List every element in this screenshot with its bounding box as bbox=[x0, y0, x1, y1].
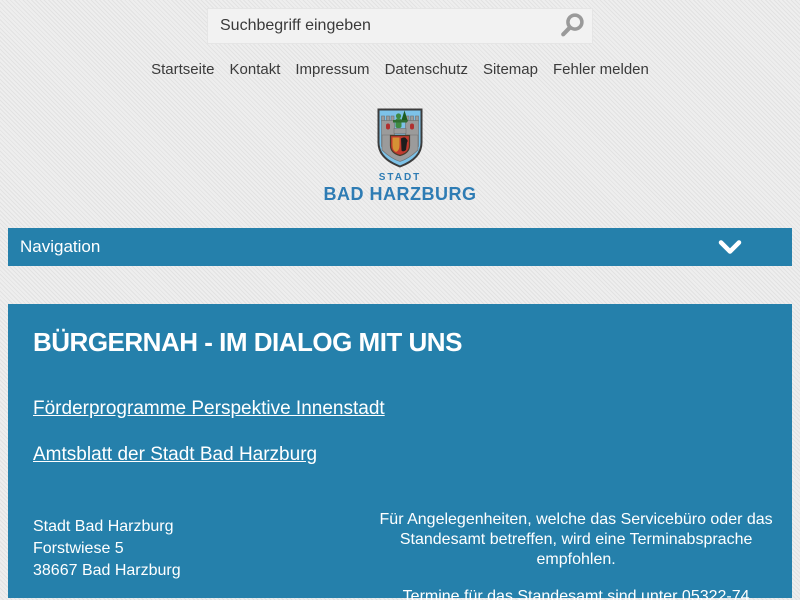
address-block: Stadt Bad Harzburg Forstwiese 5 38667 Ba… bbox=[33, 510, 375, 600]
notice-block: Für Angelegenheiten, welche das Serviceb… bbox=[375, 510, 777, 600]
main-content-panel: BÜRGERNAH - IM DIALOG MIT UNS Förderprog… bbox=[8, 304, 792, 598]
link-amtsblatt[interactable]: Amtsblatt der Stadt Bad Harzburg bbox=[33, 444, 317, 466]
quicklink-sitemap[interactable]: Sitemap bbox=[483, 61, 538, 78]
address-line-3: 38667 Bad Harzburg bbox=[33, 560, 375, 582]
address-line-1: Stadt Bad Harzburg bbox=[33, 516, 375, 538]
coat-of-arms-icon bbox=[377, 108, 423, 168]
search-form bbox=[207, 8, 593, 44]
notice-text: Für Angelegenheiten, welche das Serviceb… bbox=[375, 510, 777, 570]
search-button[interactable] bbox=[555, 11, 589, 41]
navigation-label: Navigation bbox=[20, 237, 100, 257]
site-logo[interactable]: STADT BAD HARZBURG bbox=[0, 108, 800, 205]
page-title: BÜRGERNAH - IM DIALOG MIT UNS bbox=[33, 304, 777, 357]
quicklink-datenschutz[interactable]: Datenschutz bbox=[385, 61, 468, 78]
search-icon bbox=[558, 27, 586, 42]
notice-appointment-text: Termine für das Standesamt sind unter 05… bbox=[375, 587, 777, 600]
quicklink-fehler-melden[interactable]: Fehler melden bbox=[553, 61, 649, 78]
logo-city-label: BAD HARZBURG bbox=[0, 184, 800, 205]
quicklinks-nav: Startseite Kontakt Impressum Datenschutz… bbox=[0, 61, 800, 78]
chevron-down-icon[interactable] bbox=[718, 240, 742, 255]
address-line-2: Forstwiese 5 bbox=[33, 538, 375, 560]
quicklink-impressum[interactable]: Impressum bbox=[295, 61, 369, 78]
quicklink-kontakt[interactable]: Kontakt bbox=[230, 61, 281, 78]
navigation-toggle-bar[interactable]: Navigation bbox=[8, 228, 792, 266]
link-foerderprogramme[interactable]: Förderprogramme Perspektive Innenstadt bbox=[33, 398, 385, 420]
logo-stadt-label: STADT bbox=[0, 172, 800, 183]
search-row bbox=[0, 0, 800, 44]
footer-info-row: Stadt Bad Harzburg Forstwiese 5 38667 Ba… bbox=[33, 510, 777, 600]
quicklink-startseite[interactable]: Startseite bbox=[151, 61, 214, 78]
search-input[interactable] bbox=[207, 8, 593, 44]
